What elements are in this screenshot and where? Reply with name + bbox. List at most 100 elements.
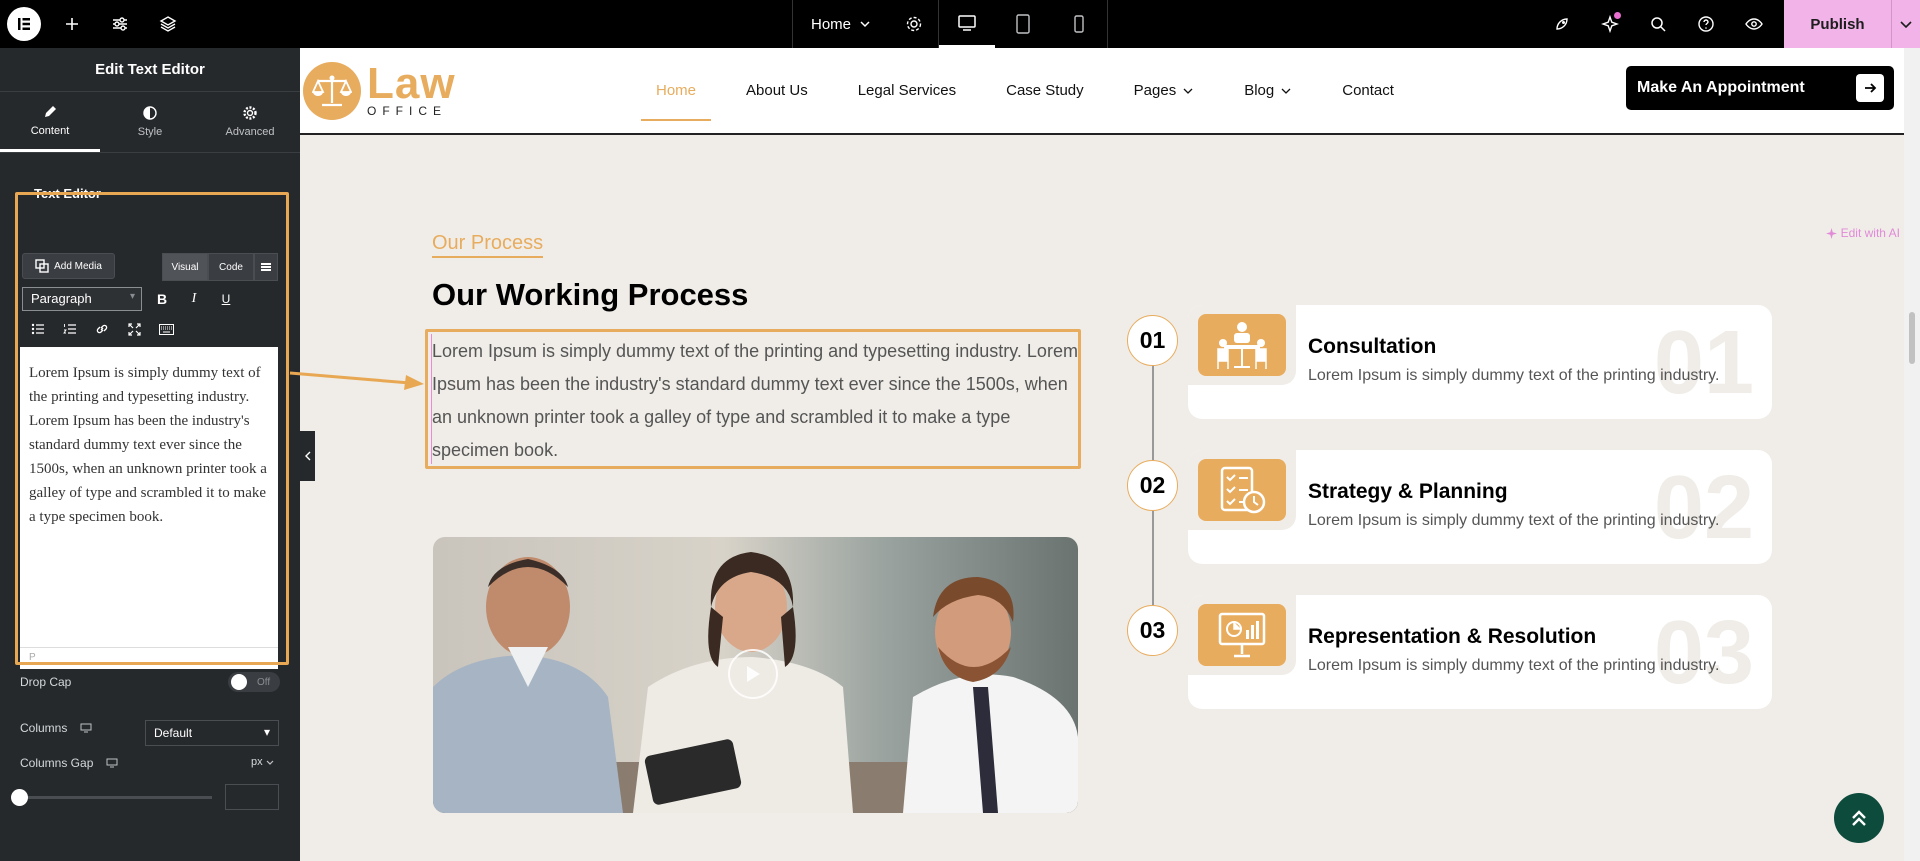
add-media-button[interactable]: Add Media [22,253,115,279]
nav-item-about[interactable]: About Us [746,48,808,133]
numbered-list-button[interactable] [54,317,86,341]
rocket-icon [1556,18,1568,30]
slider-handle[interactable] [11,789,28,806]
keyboard-shortcuts-button[interactable] [150,317,182,341]
fullscreen-button[interactable] [118,317,150,341]
nav-item-blog[interactable]: Blog [1244,48,1292,133]
step-watermark-number: 02 [1653,458,1754,558]
italic-button[interactable]: I [178,287,210,311]
panel-tabs: Content Style Advanced [0,92,300,153]
checklist-icon [1198,459,1286,521]
whats-new-button[interactable] [1586,0,1634,48]
scrollbar-thumb[interactable] [1909,312,1915,364]
page-name: Home [811,15,852,33]
tab-style[interactable]: Style [100,92,200,152]
text-editor-content[interactable]: Lorem Ipsum is simply dummy text of the … [20,347,278,647]
preview-button[interactable] [1730,0,1778,48]
add-element-button[interactable] [48,0,96,48]
editor-path-status: P [20,647,278,669]
drop-cap-toggle[interactable]: Off [228,672,280,692]
columns-gap-unit-select[interactable]: px [251,756,274,768]
chevron-left-icon [304,451,310,461]
layers-icon [159,16,177,32]
edit-with-ai-label: Edit with AI [1840,226,1900,240]
tab-advanced[interactable]: Advanced [200,92,300,152]
page-selector[interactable]: Home [792,0,889,48]
columns-gap-label: Columns Gap [20,756,94,770]
contrast-icon [143,106,157,120]
chevron-down-icon [1900,21,1912,29]
site-planner-button[interactable] [1538,0,1586,48]
topbar-right: Publish [1538,0,1920,48]
editor-topbar: Home Publish [0,0,1920,48]
tab-content[interactable]: Content [0,92,100,152]
tablet-icon [1016,14,1030,34]
desktop-view-button[interactable] [939,0,996,48]
insert-link-button[interactable] [86,317,118,341]
paragraph-format-select[interactable]: Paragraph [22,287,142,311]
nav-item-legal-services[interactable]: Legal Services [858,48,956,133]
underline-button[interactable]: U [210,287,242,311]
bold-button[interactable]: B [146,287,178,311]
columns-select[interactable]: Default [145,720,279,746]
video-play-button[interactable] [728,649,778,699]
drop-cap-label: Drop Cap [20,675,72,689]
scroll-to-top-button[interactable] [1834,793,1884,843]
responsive-switcher [939,0,1109,48]
logo-sub-text: OFFICE [367,104,447,118]
tablet-view-button[interactable] [995,0,1051,48]
edit-with-ai-button[interactable]: Edit with AI [1825,226,1900,240]
help-icon [1698,16,1714,32]
logo-main-text: Law [367,59,456,108]
double-chevron-up-icon [1852,810,1866,826]
make-appointment-button[interactable]: Make An Appointment [1626,66,1894,110]
desktop-icon [958,14,976,31]
publish-button[interactable]: Publish [1784,0,1892,48]
chevron-down-icon [1183,88,1193,94]
nav-item-contact[interactable]: Contact [1342,48,1394,133]
editor-mode-tabs: Visual Code [162,253,278,281]
toggle-knob [231,674,247,690]
finder-button[interactable] [1634,0,1682,48]
media-icon [35,259,49,273]
search-icon [1651,17,1666,32]
desktop-icon [106,758,118,768]
step-title: Strategy & Planning [1308,480,1508,503]
site-logo[interactable]: Law OFFICE [303,62,456,120]
mobile-icon [1074,15,1084,33]
visual-tab[interactable]: Visual [162,253,208,281]
step-watermark-number: 03 [1653,603,1754,703]
step-number-1: 01 [1127,315,1178,366]
arrow-right-icon [1856,74,1884,102]
logo-wordmark: Law OFFICE [367,59,456,119]
step-number-3: 03 [1127,605,1178,656]
page-settings-button[interactable] [889,0,940,48]
toolbar-toggle-button[interactable] [254,253,278,281]
mobile-view-button[interactable] [1051,0,1107,48]
cta-label: Make An Appointment [1637,79,1805,96]
help-button[interactable] [1682,0,1730,48]
step-description: Lorem Ipsum is simply dummy text of the … [1308,512,1720,529]
publish-options-button[interactable] [1892,0,1920,48]
nav-label: Case Study [1006,82,1084,99]
section-label: Text Editor [34,186,101,201]
code-tab[interactable]: Code [208,253,254,281]
nav-item-pages[interactable]: Pages [1134,48,1195,133]
structure-button[interactable] [144,0,192,48]
nav-label: Home [656,82,697,99]
columns-gap-input[interactable] [225,784,279,810]
page-scrollbar[interactable] [1904,48,1920,861]
elementor-logo-button[interactable] [0,0,48,48]
text-editor-control: Add Media Visual Code Paragraph B I U Lo… [18,249,280,709]
columns-gap-slider[interactable] [20,796,212,799]
format-toolbar: Paragraph B I U [22,287,242,311]
chevron-down-icon [1281,88,1291,94]
nav-item-case-study[interactable]: Case Study [1006,48,1084,133]
bullet-list-button[interactable] [22,317,54,341]
team-photo [433,537,1078,813]
collapse-panel-button[interactable] [300,431,315,481]
site-settings-button[interactable] [96,0,144,48]
nav-item-home[interactable]: Home [640,48,712,133]
link-icon [96,324,108,334]
presentation-icon [1198,604,1286,666]
